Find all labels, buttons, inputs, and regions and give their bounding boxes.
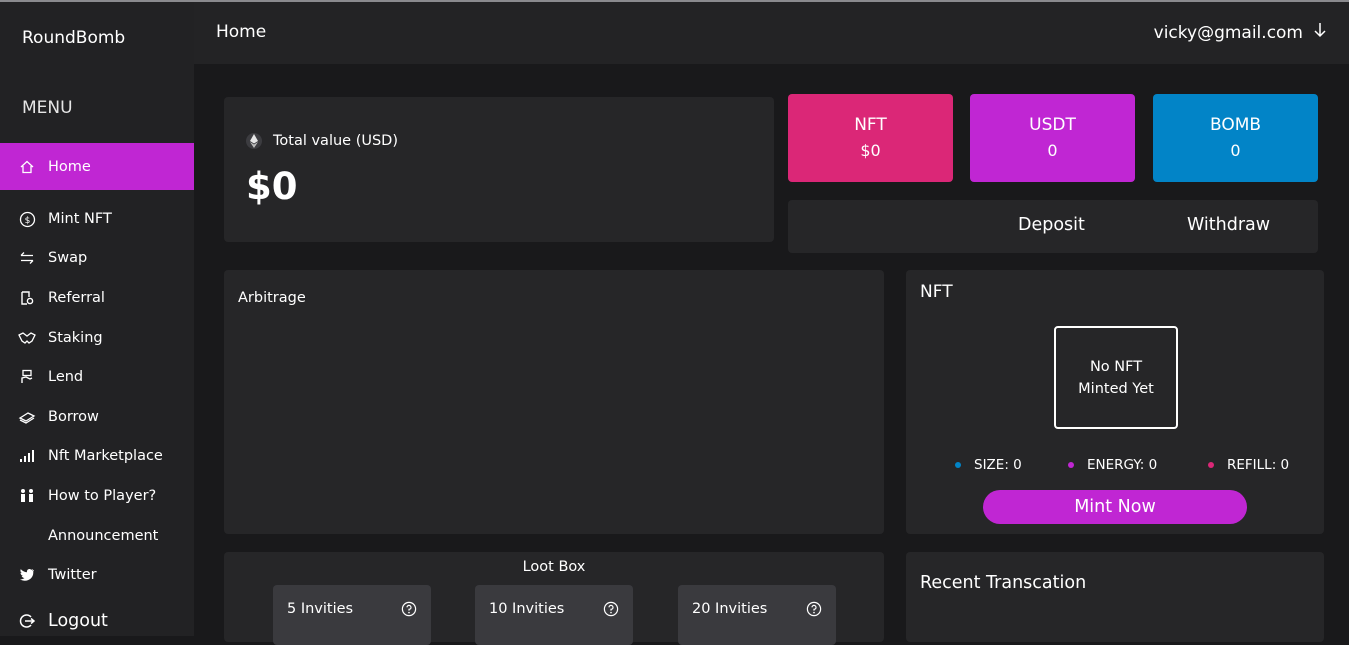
refill-dot <box>1208 462 1214 468</box>
size-stat-label: SIZE: 0 <box>974 457 1022 473</box>
nft-empty-line1: No NFT <box>1089 358 1143 375</box>
loot-option-label: 20 Invities <box>692 601 768 617</box>
svg-text:$: $ <box>24 216 30 226</box>
sidebar-item-referral[interactable]: Referral <box>0 287 194 309</box>
sidebar-item-staking[interactable]: Staking <box>0 327 194 349</box>
sidebar-item-nft-marketplace[interactable]: Nft Marketplace <box>0 445 194 467</box>
loot-box-panel: Loot Box 5 Invities 10 Invities 20 Invit… <box>224 552 884 645</box>
sidebar: RoundBomb MENU Home $ Mint NFT Swap Refe… <box>0 2 194 636</box>
help-icon[interactable] <box>806 601 822 621</box>
loot-option-10[interactable]: 10 Invities <box>475 585 633 645</box>
sidebar-item-twitter[interactable]: Twitter <box>0 564 194 586</box>
usdt-balance-card[interactable]: USDT 0 <box>970 94 1135 182</box>
token-value: $0 <box>860 141 881 160</box>
sidebar-item-label: Staking <box>48 330 103 346</box>
total-value-label: Total value (USD) <box>273 133 398 149</box>
deposit-button[interactable]: Deposit <box>1018 215 1085 235</box>
home-icon <box>18 158 36 176</box>
bomb-balance-card[interactable]: BOMB 0 <box>1153 94 1318 182</box>
nft-balance-card[interactable]: NFT $0 <box>788 94 953 182</box>
arrow-down-icon <box>1313 22 1327 43</box>
logout-icon <box>18 612 36 630</box>
token-name: NFT <box>854 115 887 135</box>
sidebar-item-label: Mint NFT <box>48 211 112 227</box>
sidebar-item-label: Referral <box>48 290 105 306</box>
refill-stat-label: REFILL: 0 <box>1227 457 1290 473</box>
sidebar-item-label: Logout <box>48 611 108 631</box>
total-value-amount: $0 <box>246 165 298 208</box>
twitter-icon <box>18 566 36 584</box>
lend-icon <box>18 368 36 386</box>
menu-heading: MENU <box>22 98 73 118</box>
token-name: BOMB <box>1209 115 1262 135</box>
page-title: Home <box>216 22 267 42</box>
handshake-icon <box>18 329 36 347</box>
loot-option-20[interactable]: 20 Invities <box>678 585 836 645</box>
energy-dot <box>1068 462 1074 468</box>
help-icon[interactable] <box>401 601 417 621</box>
size-dot <box>955 462 961 468</box>
sidebar-item-announcement[interactable]: Announcement <box>0 525 194 547</box>
nft-panel: NFT No NFT Minted Yet SIZE: 0 ENERGY: 0 … <box>906 270 1324 534</box>
sidebar-item-label: Lend <box>48 369 84 385</box>
loot-option-label: 5 Invities <box>287 601 354 617</box>
nft-empty-line2: Minted Yet <box>1078 380 1154 397</box>
nft-panel-title: NFT <box>920 282 953 302</box>
arbitrage-panel: Arbitrage <box>224 270 884 534</box>
refill-stat: REFILL: 0 <box>1208 457 1289 473</box>
loot-option-5[interactable]: 5 Invities <box>273 585 431 645</box>
energy-stat-label: ENERGY: 0 <box>1087 457 1158 473</box>
sidebar-item-label: Twitter <box>48 567 97 583</box>
sidebar-item-label: How to Player? <box>48 488 157 504</box>
recent-transaction-panel: Recent Transcation <box>906 552 1324 642</box>
players-icon <box>18 487 36 505</box>
token-name: USDT <box>1029 115 1076 135</box>
arbitrage-title: Arbitrage <box>238 290 306 306</box>
sidebar-item-label: Swap <box>48 250 88 266</box>
help-icon[interactable] <box>603 601 619 621</box>
user-menu[interactable]: vicky@gmail.com <box>1154 22 1327 43</box>
deposit-withdraw-bar: Deposit Withdraw <box>788 200 1318 253</box>
total-value-card: Total value (USD) $0 <box>224 97 774 242</box>
sidebar-item-mint-nft[interactable]: $ Mint NFT <box>0 208 194 230</box>
loot-option-label: 10 Invities <box>489 601 565 617</box>
sidebar-item-swap[interactable]: Swap <box>0 247 194 269</box>
swap-arrows-icon <box>18 249 36 267</box>
sidebar-item-logout[interactable]: Logout <box>0 610 194 632</box>
token-value: 0 <box>1230 141 1241 160</box>
signal-bars-icon <box>18 447 36 465</box>
dollar-coin-icon: $ <box>18 210 36 228</box>
size-stat: SIZE: 0 <box>955 457 1022 473</box>
energy-stat: ENERGY: 0 <box>1068 457 1157 473</box>
sidebar-item-label: Home <box>48 158 91 175</box>
brand-logo[interactable]: RoundBomb <box>22 28 125 48</box>
loot-box-title: Loot Box <box>522 559 586 575</box>
referral-icon <box>18 289 36 307</box>
user-email: vicky@gmail.com <box>1153 22 1303 43</box>
nft-empty-placeholder: No NFT Minted Yet <box>1054 326 1178 429</box>
sidebar-item-label: Nft Marketplace <box>48 448 163 464</box>
sidebar-item-lend[interactable]: Lend <box>0 366 194 388</box>
sidebar-item-label: Announcement <box>48 528 159 544</box>
sidebar-item-home[interactable]: Home <box>0 143 194 190</box>
sidebar-item-how-to[interactable]: How to Player? <box>0 485 194 507</box>
mint-now-button[interactable]: Mint Now <box>983 490 1247 524</box>
money-stack-icon <box>18 408 36 426</box>
ethereum-icon <box>246 132 262 154</box>
sidebar-item-label: Borrow <box>48 409 99 425</box>
withdraw-button[interactable]: Withdraw <box>1187 215 1270 235</box>
top-header: Home vicky@gmail.com <box>194 2 1349 64</box>
sidebar-item-borrow[interactable]: Borrow <box>0 406 194 428</box>
recent-transaction-title: Recent Transcation <box>920 573 1087 593</box>
token-value: 0 <box>1047 141 1058 160</box>
